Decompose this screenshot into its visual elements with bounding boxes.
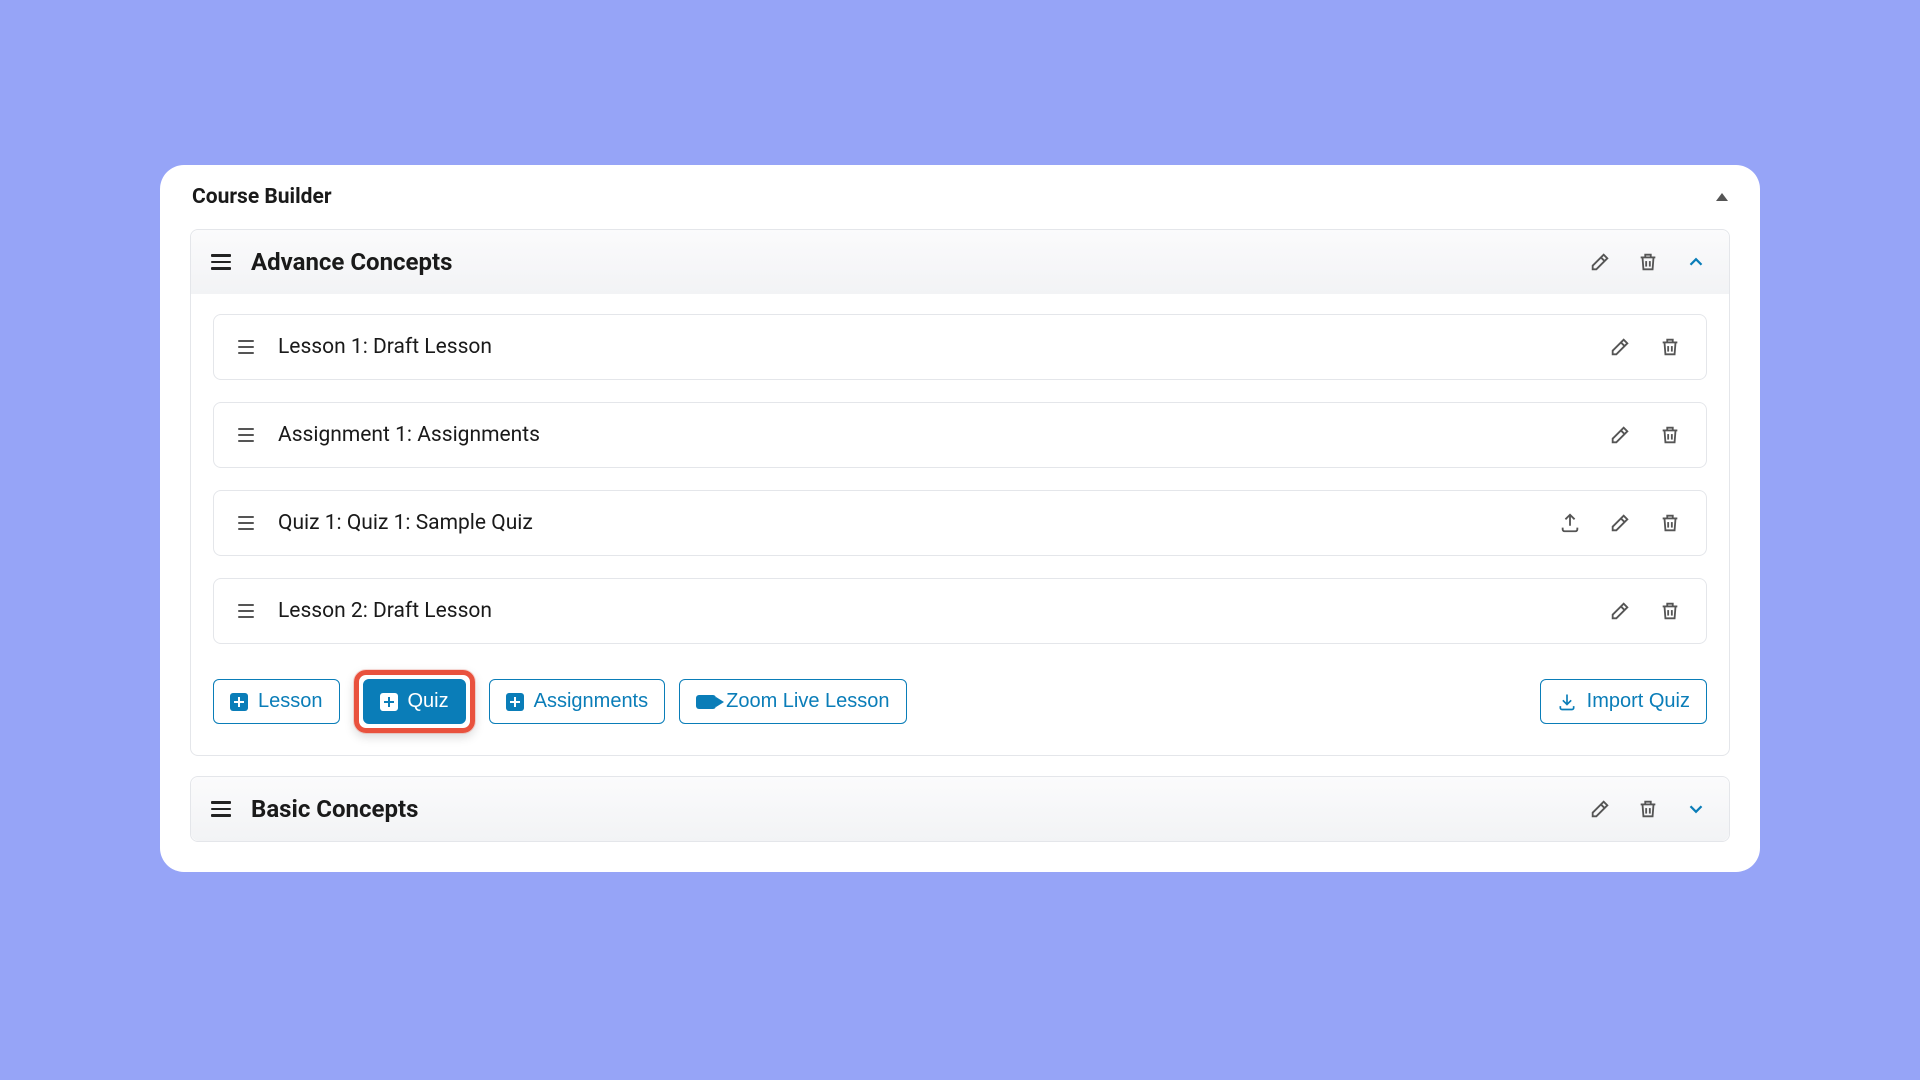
trash-icon[interactable]	[1635, 249, 1661, 275]
plus-icon	[380, 693, 398, 711]
chevron-down-icon[interactable]	[1683, 796, 1709, 822]
plus-icon	[506, 693, 524, 711]
drag-handle-icon[interactable]	[238, 604, 256, 618]
download-icon	[1557, 692, 1577, 712]
section-title: Advance Concepts	[251, 248, 1565, 276]
edit-icon[interactable]	[1587, 796, 1613, 822]
trash-icon[interactable]	[1635, 796, 1661, 822]
edit-icon[interactable]	[1608, 423, 1632, 447]
item-title: Lesson 2: Draft Lesson	[278, 599, 1582, 623]
button-label: Zoom Live Lesson	[726, 690, 889, 713]
item-title: Assignment 1: Assignments	[278, 423, 1582, 447]
edit-icon[interactable]	[1608, 511, 1632, 535]
edit-icon[interactable]	[1587, 249, 1613, 275]
video-icon	[696, 695, 716, 709]
button-label: Quiz	[408, 690, 449, 713]
trash-icon[interactable]	[1658, 423, 1682, 447]
drag-handle-icon[interactable]	[211, 254, 233, 270]
content-item-row: Lesson 2: Draft Lesson	[213, 578, 1707, 644]
course-builder-card: Course Builder Advance Concepts Lesson 1…	[160, 165, 1760, 872]
card-header: Course Builder	[190, 185, 1730, 221]
plus-icon	[230, 693, 248, 711]
item-title: Quiz 1: Quiz 1: Sample Quiz	[278, 511, 1532, 535]
edit-icon[interactable]	[1608, 335, 1632, 359]
trash-icon[interactable]	[1658, 511, 1682, 535]
content-item-row: Assignment 1: Assignments	[213, 402, 1707, 468]
button-label: Assignments	[534, 690, 649, 713]
chevron-up-icon[interactable]	[1683, 249, 1709, 275]
highlight-annotation: Quiz	[354, 670, 475, 733]
drag-handle-icon[interactable]	[211, 801, 233, 817]
content-item-row: Quiz 1: Quiz 1: Sample Quiz	[213, 490, 1707, 556]
drag-handle-icon[interactable]	[238, 340, 256, 354]
section-header: Basic Concepts	[191, 777, 1729, 841]
trash-icon[interactable]	[1658, 599, 1682, 623]
export-icon[interactable]	[1558, 511, 1582, 535]
import-quiz-button[interactable]: Import Quiz	[1540, 679, 1707, 724]
section-header: Advance Concepts	[191, 230, 1729, 294]
item-title: Lesson 1: Draft Lesson	[278, 335, 1582, 359]
add-zoom-button[interactable]: Zoom Live Lesson	[679, 679, 906, 724]
add-quiz-button[interactable]: Quiz	[363, 679, 466, 724]
section-title: Basic Concepts	[251, 795, 1565, 823]
card-title: Course Builder	[192, 185, 332, 209]
section-body: Lesson 1: Draft Lesson Assignment 1: Ass…	[191, 294, 1729, 755]
drag-handle-icon[interactable]	[238, 516, 256, 530]
section-basic-concepts: Basic Concepts	[190, 776, 1730, 842]
content-item-row: Lesson 1: Draft Lesson	[213, 314, 1707, 380]
add-lesson-button[interactable]: Lesson	[213, 679, 340, 724]
edit-icon[interactable]	[1608, 599, 1632, 623]
trash-icon[interactable]	[1658, 335, 1682, 359]
button-label: Lesson	[258, 690, 323, 713]
action-bar: Lesson Quiz Assignments Zoom Live Lesson	[213, 670, 1707, 733]
card-collapse-toggle[interactable]	[1716, 193, 1728, 201]
button-label: Import Quiz	[1587, 690, 1690, 713]
drag-handle-icon[interactable]	[238, 428, 256, 442]
add-assignments-button[interactable]: Assignments	[489, 679, 666, 724]
section-advance-concepts: Advance Concepts Lesson 1: Draft Lesson	[190, 229, 1730, 756]
